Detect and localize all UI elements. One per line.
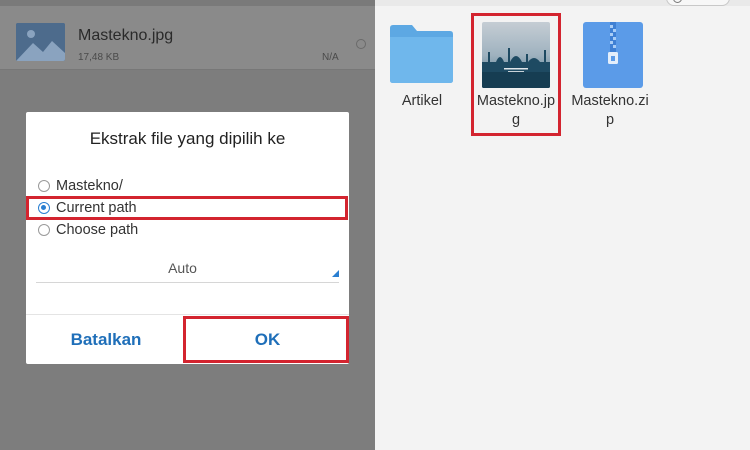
- file-name: Mastekno.jpg: [78, 27, 174, 44]
- option-mastekno-folder[interactable]: Mastekno/: [38, 176, 123, 196]
- encoding-select[interactable]: Auto: [36, 258, 339, 283]
- grid-item-mastekno-zip[interactable]: Mastekno.zip: [563, 0, 657, 140]
- file-date: N/A: [322, 52, 339, 63]
- radio-button[interactable]: [38, 180, 50, 192]
- grid-item-artikel-folder[interactable]: Artikel: [375, 0, 469, 140]
- grid-item-label: Mastekno.zip: [571, 93, 649, 128]
- storage-icon: [673, 0, 682, 3]
- cancel-button[interactable]: Batalkan: [26, 318, 186, 362]
- file-size: 17,48 KB: [78, 52, 120, 63]
- list-top-divider: [0, 0, 375, 6]
- folder-icon: [388, 20, 455, 89]
- list-divider: [0, 69, 375, 70]
- left-panel: Mastekno.jpg 17,48 KB N/A Ekstrak file y…: [0, 0, 375, 450]
- dialog-title: Ekstrak file yang dipilih ke: [89, 129, 286, 148]
- highlight-box-ok: [183, 316, 349, 363]
- zip-icon: [580, 22, 646, 93]
- option-label: Mastekno/: [56, 178, 123, 194]
- option-label: Choose path: [56, 222, 139, 238]
- highlight-box-current-path: [26, 196, 348, 220]
- highlight-box-image-file: [471, 13, 561, 136]
- file-list-item[interactable]: Mastekno.jpg 17,48 KB N/A: [0, 0, 375, 70]
- dialog-divider: [26, 314, 349, 315]
- option-choose-path[interactable]: Choose path: [38, 220, 138, 240]
- radio-button[interactable]: [38, 224, 50, 236]
- right-panel: Artikel Mastekno.jpg Mastekno.zip: [375, 0, 750, 450]
- image-file-icon: [16, 23, 65, 61]
- encoding-select-value: Auto: [168, 260, 197, 276]
- grid-item-label: Artikel: [401, 93, 443, 109]
- dropdown-arrow-icon: [332, 270, 339, 277]
- select-checkbox[interactable]: [356, 39, 366, 49]
- top-pill-button[interactable]: [666, 0, 730, 6]
